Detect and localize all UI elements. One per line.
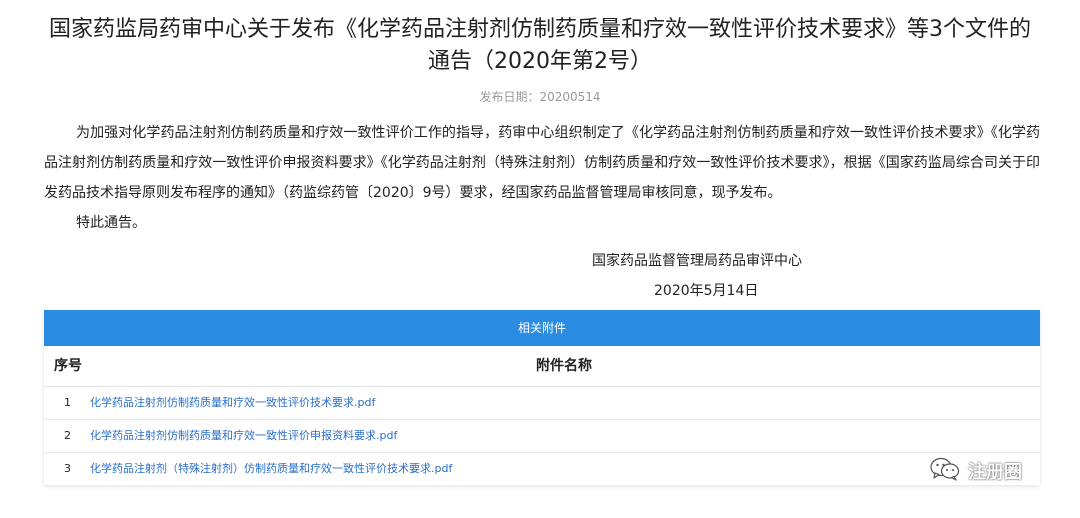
publish-date: 发布日期：20200514 bbox=[479, 90, 601, 104]
signature-block: 国家药品监督管理局药品审评中心 2020年5月14日 bbox=[592, 246, 802, 306]
table-row: 2 化学药品注射剂仿制药质量和疗效一致性评价申报资料要求.pdf bbox=[44, 420, 1040, 453]
table-row: 3 化学药品注射剂（特殊注射剂）仿制药质量和疗效一致性评价技术要求.pdf bbox=[44, 453, 1040, 485]
watermark: 注册圈 bbox=[930, 455, 1022, 487]
column-header-name: 附件名称 bbox=[536, 358, 592, 374]
notice-body: 为加强对化学药品注射剂仿制药质量和疗效一致性评价工作的指导，药审中心组织制定了《… bbox=[44, 118, 1040, 238]
attachment-link[interactable]: 化学药品注射剂仿制药质量和疗效一致性评价申报资料要求.pdf bbox=[90, 420, 397, 452]
body-paragraph-2: 特此通告。 bbox=[76, 215, 146, 231]
signature-date: 2020年5月14日 bbox=[654, 283, 759, 299]
wechat-icon bbox=[930, 456, 968, 487]
body-paragraph-1: 为加强对化学药品注射剂仿制药质量和疗效一致性评价工作的指导，药审中心组织制定了《… bbox=[44, 125, 1040, 201]
attachments-header: 相关附件 bbox=[44, 310, 1040, 346]
table-row: 1 化学药品注射剂仿制药质量和疗效一致性评价技术要求.pdf bbox=[44, 387, 1040, 420]
row-number: 3 bbox=[64, 462, 71, 475]
page-title: 国家药监局药审中心关于发布《化学药品注射剂仿制药质量和疗效一致性评价技术要求》等… bbox=[48, 17, 1031, 74]
row-number: 1 bbox=[64, 396, 71, 409]
notice-page: 国家药监局药审中心关于发布《化学药品注射剂仿制药质量和疗效一致性评价技术要求》等… bbox=[0, 0, 1080, 518]
signature-org: 国家药品监督管理局药品审评中心 bbox=[592, 253, 802, 269]
attachments-column-headers: 序号 附件名称 bbox=[44, 346, 1040, 387]
attachment-link[interactable]: 化学药品注射剂（特殊注射剂）仿制药质量和疗效一致性评价技术要求.pdf bbox=[90, 453, 452, 485]
watermark-text: 注册圈 bbox=[968, 462, 1022, 483]
attachment-link[interactable]: 化学药品注射剂仿制药质量和疗效一致性评价技术要求.pdf bbox=[90, 387, 375, 419]
attachments-table: 相关附件 序号 附件名称 1 化学药品注射剂仿制药质量和疗效一致性评价技术要求.… bbox=[44, 310, 1040, 485]
column-header-seq: 序号 bbox=[54, 358, 82, 374]
row-number: 2 bbox=[64, 429, 71, 442]
